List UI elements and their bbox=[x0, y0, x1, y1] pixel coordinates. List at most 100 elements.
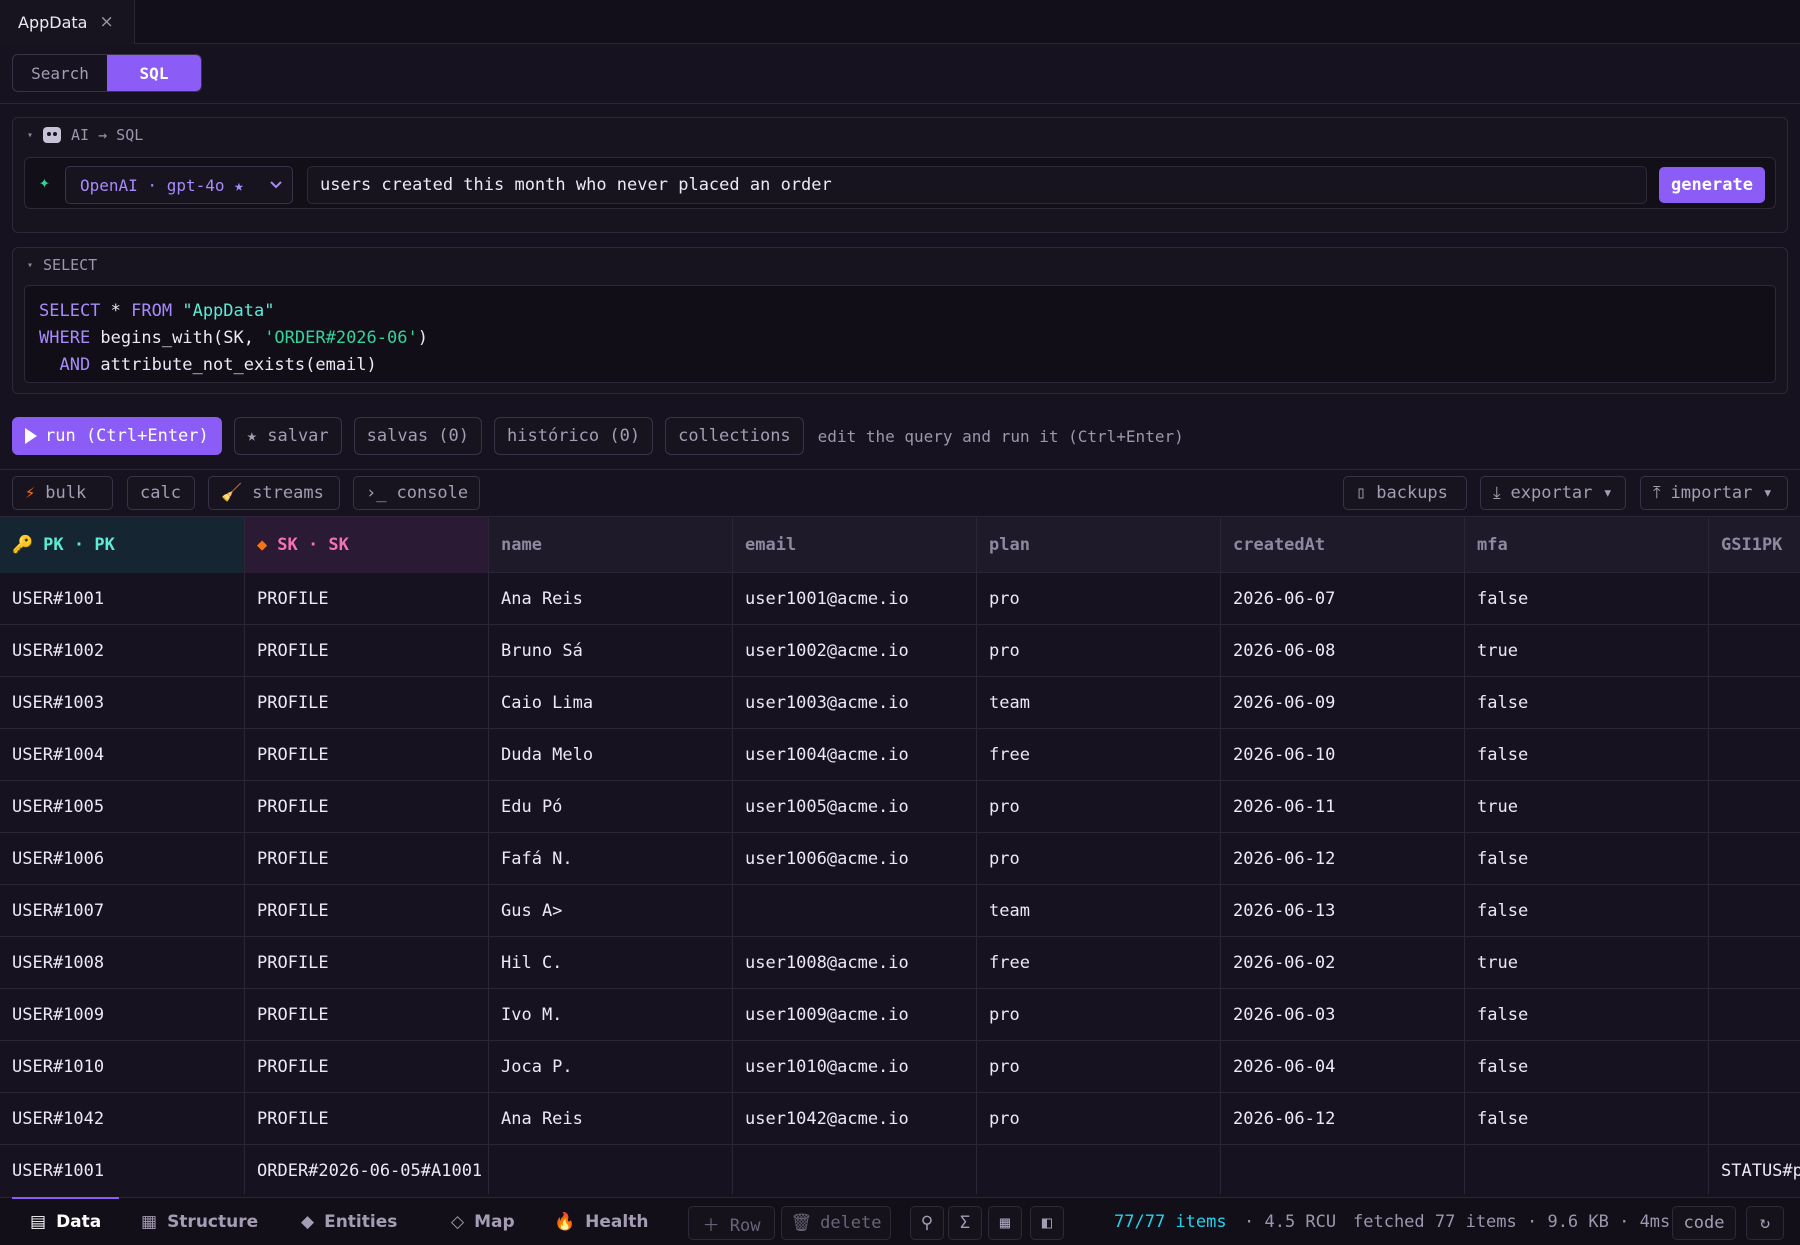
table-cell[interactable]: USER#1003 bbox=[0, 677, 245, 728]
table-cell[interactable]: 2026-06-07 bbox=[1221, 573, 1465, 624]
table-cell[interactable]: Bruno Sá bbox=[489, 625, 733, 676]
table-cell[interactable]: false bbox=[1465, 573, 1709, 624]
table-row[interactable]: USER#1001 ORDER#2026-06-05#A1001 STATUS#p bbox=[0, 1145, 1800, 1194]
table-cell[interactable]: USER#1001 bbox=[0, 1145, 245, 1194]
save-button[interactable]: ★ salvar bbox=[233, 417, 342, 455]
tab-structure[interactable]: ▦ Structure bbox=[141, 1198, 258, 1245]
sum-button[interactable]: Σ bbox=[948, 1206, 982, 1240]
table-cell[interactable]: USER#1005 bbox=[0, 781, 245, 832]
table-cell[interactable]: 2026-06-09 bbox=[1221, 677, 1465, 728]
ai-prompt-input[interactable] bbox=[307, 166, 1647, 204]
calc-button[interactable]: calc bbox=[127, 476, 195, 510]
table-cell[interactable]: true bbox=[1465, 625, 1709, 676]
table-cell[interactable]: user1008@acme.io bbox=[733, 937, 977, 988]
column-header-gsi1pk[interactable]: GSI1PK bbox=[1709, 517, 1800, 573]
table-cell[interactable]: USER#1008 bbox=[0, 937, 245, 988]
table-row[interactable]: USER#1042 PROFILE Ana Reis user1042@acme.io… bbox=[0, 1093, 1800, 1145]
table-row[interactable]: USER#1002 PROFILE Bruno Sá user1002@acme.io… bbox=[0, 625, 1800, 677]
column-header-pk[interactable]: 🔑 PK · PK bbox=[0, 517, 245, 573]
column-header-name[interactable]: name bbox=[489, 517, 733, 573]
table-cell[interactable]: user1009@acme.io bbox=[733, 989, 977, 1040]
table-cell[interactable]: PROFILE bbox=[245, 833, 489, 884]
table-cell[interactable]: pro bbox=[977, 1041, 1221, 1092]
table-row[interactable]: USER#1007 PROFILE Gus A> team 2026-06-13 fals… bbox=[0, 885, 1800, 937]
table-cell[interactable]: STATUS#p bbox=[1709, 1145, 1800, 1194]
column-header-sk[interactable]: ◆ SK · SK bbox=[245, 517, 489, 573]
table-cell[interactable]: true bbox=[1465, 937, 1709, 988]
table-cell[interactable] bbox=[733, 885, 977, 936]
collapse-caret-icon[interactable]: ▾ bbox=[27, 130, 33, 141]
table-row[interactable]: USER#1004 PROFILE Duda Melo user1004@acme.i… bbox=[0, 729, 1800, 781]
table-cell[interactable]: 2026-06-11 bbox=[1221, 781, 1465, 832]
table-cell[interactable] bbox=[1221, 1145, 1465, 1194]
table-cell[interactable] bbox=[1709, 989, 1800, 1040]
table-cell[interactable] bbox=[977, 1145, 1221, 1194]
table-cell[interactable] bbox=[1709, 885, 1800, 936]
table-cell[interactable]: Joca P. bbox=[489, 1041, 733, 1092]
table-cell[interactable]: pro bbox=[977, 573, 1221, 624]
collapse-caret-icon[interactable]: ▾ bbox=[27, 260, 33, 271]
table-cell[interactable]: user1005@acme.io bbox=[733, 781, 977, 832]
table-cell[interactable]: PROFILE bbox=[245, 1093, 489, 1144]
code-button[interactable]: code bbox=[1672, 1206, 1736, 1240]
table-cell[interactable]: Duda Melo bbox=[489, 729, 733, 780]
run-button[interactable]: run (Ctrl+Enter) bbox=[12, 417, 222, 455]
table-cell[interactable]: 2026-06-13 bbox=[1221, 885, 1465, 936]
table-cell[interactable]: pro bbox=[977, 989, 1221, 1040]
table-cell[interactable]: user1010@acme.io bbox=[733, 1041, 977, 1092]
streams-button[interactable]: 🧹 streams bbox=[208, 476, 340, 510]
table-cell[interactable]: 2026-06-10 bbox=[1221, 729, 1465, 780]
table-cell[interactable] bbox=[1709, 729, 1800, 780]
table-cell[interactable]: Hil C. bbox=[489, 937, 733, 988]
table-row[interactable]: USER#1001 PROFILE Ana Reis user1001@acme.io… bbox=[0, 573, 1800, 625]
table-cell[interactable]: USER#1002 bbox=[0, 625, 245, 676]
table-cell[interactable]: Fafá N. bbox=[489, 833, 733, 884]
table-cell[interactable]: Edu Pó bbox=[489, 781, 733, 832]
ai-panel-header[interactable]: ▾ AI → SQL bbox=[27, 126, 143, 144]
column-header-createdat[interactable]: createdAt bbox=[1221, 517, 1465, 573]
table-cell[interactable]: USER#1007 bbox=[0, 885, 245, 936]
table-row[interactable]: USER#1009 PROFILE Ivo M. user1009@acme.io pr… bbox=[0, 989, 1800, 1041]
collections-button[interactable]: collections bbox=[665, 417, 804, 455]
table-cell[interactable]: PROFILE bbox=[245, 781, 489, 832]
grid-view-button[interactable]: ▦ bbox=[988, 1206, 1022, 1240]
table-cell[interactable]: Gus A> bbox=[489, 885, 733, 936]
table-cell[interactable]: USER#1001 bbox=[0, 573, 245, 624]
table-row[interactable]: USER#1010 PROFILE Joca P. user1010@acme.io p… bbox=[0, 1041, 1800, 1093]
table-cell[interactable] bbox=[1709, 677, 1800, 728]
saved-queries-button[interactable]: salvas (0) bbox=[353, 417, 483, 455]
tab-map[interactable]: ◇ Map bbox=[451, 1198, 515, 1245]
table-cell[interactable]: pro bbox=[977, 781, 1221, 832]
column-header-mfa[interactable]: mfa bbox=[1465, 517, 1709, 573]
table-cell[interactable] bbox=[1709, 625, 1800, 676]
table-cell[interactable]: user1006@acme.io bbox=[733, 833, 977, 884]
console-button[interactable]: ›_ console bbox=[353, 476, 480, 510]
table-cell[interactable] bbox=[1709, 781, 1800, 832]
table-cell[interactable]: user1003@acme.io bbox=[733, 677, 977, 728]
table-cell[interactable] bbox=[1709, 833, 1800, 884]
bulk-button[interactable]: ⚡ bulk bbox=[12, 476, 113, 510]
table-cell[interactable] bbox=[1709, 1093, 1800, 1144]
table-cell[interactable]: false bbox=[1465, 729, 1709, 780]
table-cell[interactable] bbox=[1709, 1041, 1800, 1092]
table-cell[interactable]: PROFILE bbox=[245, 573, 489, 624]
table-cell[interactable]: 2026-06-03 bbox=[1221, 989, 1465, 1040]
pin-button[interactable]: ⚲ bbox=[910, 1206, 944, 1240]
table-cell[interactable]: team bbox=[977, 885, 1221, 936]
table-cell[interactable]: user1002@acme.io bbox=[733, 625, 977, 676]
table-cell[interactable]: false bbox=[1465, 989, 1709, 1040]
export-button[interactable]: ⤓ exportar ▾ bbox=[1480, 476, 1626, 510]
tab-data[interactable]: ▤ Data bbox=[11, 1197, 120, 1245]
history-button[interactable]: histórico (0) bbox=[494, 417, 654, 455]
table-cell[interactable]: false bbox=[1465, 1093, 1709, 1144]
table-cell[interactable]: PROFILE bbox=[245, 937, 489, 988]
table-cell[interactable]: 2026-06-04 bbox=[1221, 1041, 1465, 1092]
table-cell[interactable] bbox=[489, 1145, 733, 1194]
table-cell[interactable]: USER#1004 bbox=[0, 729, 245, 780]
table-cell[interactable]: user1004@acme.io bbox=[733, 729, 977, 780]
table-row[interactable]: USER#1006 PROFILE Fafá N. user1006@acme.io p… bbox=[0, 833, 1800, 885]
generate-button[interactable]: generate bbox=[1659, 167, 1765, 203]
sql-editor[interactable]: SELECT * FROM "AppData" WHERE begins_with… bbox=[24, 285, 1776, 383]
table-cell[interactable]: ORDER#2026-06-05#A1001 bbox=[245, 1145, 489, 1194]
table-cell[interactable]: 2026-06-02 bbox=[1221, 937, 1465, 988]
